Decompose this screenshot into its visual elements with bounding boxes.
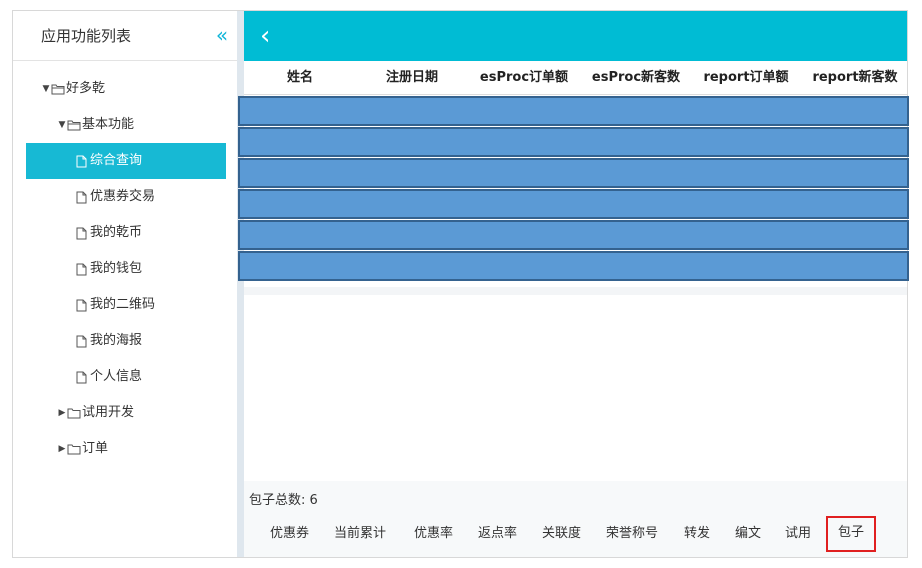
folder-open-icon <box>51 83 65 95</box>
sidebar-divider[interactable] <box>237 11 244 557</box>
table-row[interactable] <box>238 251 909 281</box>
folder-open-icon <box>67 119 81 131</box>
folder-icon <box>67 443 81 455</box>
file-icon <box>75 227 89 240</box>
tree-item[interactable]: 我的乾币 <box>13 215 237 251</box>
footer-tab[interactable]: 关联度 <box>542 517 581 551</box>
tree-item-label: 订单 <box>82 441 109 456</box>
tree-item-label: 我的二维码 <box>90 297 156 312</box>
column-header-report-order-amount[interactable]: report订单额 <box>692 61 800 95</box>
footer-tab[interactable]: 荣誉称号 <box>606 517 658 551</box>
back-icon[interactable]: ‹ <box>260 19 284 53</box>
tree-item-label: 综合查询 <box>90 153 143 168</box>
table-row[interactable] <box>238 127 909 157</box>
sidebar-title: 应用功能列表 <box>41 27 132 45</box>
tree-item[interactable]: 我的钱包 <box>13 251 237 287</box>
footer-tab[interactable]: 返点率 <box>478 517 517 551</box>
column-header-report-new-customers[interactable]: report新客数 <box>800 61 910 95</box>
tree-item-label: 基本功能 <box>82 117 135 132</box>
column-header-name[interactable]: 姓名 <box>244 61 356 95</box>
tree-item-label: 试用开发 <box>82 405 135 420</box>
file-icon <box>75 335 89 348</box>
function-tree: ▼ 好多乾 ▼ 基本功能综合查询优惠券交易我的乾币我的钱包我的二维码我的海报个人信息 ▶… <box>13 71 237 467</box>
tree-item-label: 优惠券交易 <box>90 189 156 204</box>
main-panel: ‹ 姓名 注册日期 esProc订单额 esProc新客数 report订单额 … <box>238 11 909 557</box>
tree-item-label: 个人信息 <box>90 369 143 384</box>
collapse-sidebar-icon[interactable]: « <box>211 23 233 47</box>
file-icon <box>75 155 89 168</box>
file-icon <box>75 263 89 276</box>
table-header: 姓名 注册日期 esProc订单额 esProc新客数 report订单额 re… <box>244 61 907 95</box>
footer: 包子总数: 6 优惠券 当前累计 优惠率 返点率 关联度 荣誉称号 转发 编文 试用 包子 <box>244 481 907 557</box>
column-header-esproc-order-amount[interactable]: esProc订单额 <box>468 61 580 95</box>
sidebar-header: 应用功能列表 « <box>13 11 237 61</box>
tree-item[interactable]: 综合查询 <box>26 143 226 179</box>
table-row[interactable] <box>238 189 909 219</box>
tree-folder[interactable]: ▶ 试用开发 <box>13 395 237 431</box>
tree-folder[interactable]: ▼ 好多乾 <box>13 71 237 107</box>
caret-down-icon[interactable]: ▼ <box>57 107 67 143</box>
footer-tab[interactable]: 包子 <box>826 516 877 552</box>
table-empty-strip <box>244 287 907 295</box>
total-count: 包子总数: 6 <box>249 493 318 508</box>
footer-tabs: 优惠券 当前累计 优惠率 返点率 关联度 荣誉称号 转发 编文 试用 包子 <box>244 516 907 552</box>
tree-folder[interactable]: ▶ 订单 <box>13 431 237 467</box>
footer-tab[interactable]: 优惠券 <box>270 517 309 551</box>
top-bar: ‹ <box>244 11 907 61</box>
footer-tab[interactable]: 优惠率 <box>414 517 453 551</box>
file-icon <box>75 299 89 312</box>
file-icon <box>75 371 89 384</box>
file-icon <box>75 191 89 204</box>
table-row[interactable] <box>238 220 909 250</box>
tree-item[interactable]: 我的二维码 <box>13 287 237 323</box>
sidebar: 应用功能列表 « ▼ 好多乾 ▼ 基本功能综合查询优惠券交易我的乾币我的钱包我的二维码… <box>13 11 237 557</box>
folder-icon <box>67 407 81 419</box>
table-row[interactable] <box>238 96 909 126</box>
footer-tab[interactable]: 试用 <box>785 517 811 551</box>
tree-folder[interactable]: ▼ 基本功能 <box>13 107 237 143</box>
tree-item-label: 我的海报 <box>90 333 143 348</box>
footer-tab[interactable]: 转发 <box>684 517 710 551</box>
footer-tab[interactable]: 当前累计 <box>334 517 386 551</box>
column-header-register-date[interactable]: 注册日期 <box>356 61 468 95</box>
caret-right-icon[interactable]: ▶ <box>57 395 67 431</box>
tree-item[interactable]: 个人信息 <box>13 359 237 395</box>
table-row[interactable] <box>238 158 909 188</box>
column-header-esproc-new-customers[interactable]: esProc新客数 <box>580 61 692 95</box>
app-window: 应用功能列表 « ▼ 好多乾 ▼ 基本功能综合查询优惠券交易我的乾币我的钱包我的二维码… <box>12 10 909 558</box>
tree-item-label: 我的乾币 <box>90 225 143 240</box>
tree-item[interactable]: 优惠券交易 <box>13 179 237 215</box>
tree-item-label: 我的钱包 <box>90 261 143 276</box>
caret-right-icon[interactable]: ▶ <box>57 431 67 467</box>
tree-item[interactable]: 我的海报 <box>13 323 237 359</box>
tree-item-label: 好多乾 <box>66 81 106 96</box>
footer-tab[interactable]: 编文 <box>735 517 761 551</box>
caret-down-icon[interactable]: ▼ <box>41 71 51 107</box>
